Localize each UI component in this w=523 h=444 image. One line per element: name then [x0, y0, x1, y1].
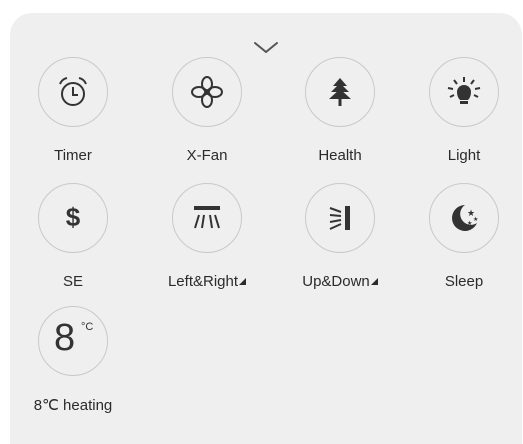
se-circle[interactable]: $	[38, 183, 108, 253]
light-bulb-icon	[447, 77, 481, 104]
horizontal-swing-icon	[194, 206, 220, 229]
leftright-label: Left&Right	[147, 273, 267, 290]
sleep-label: Sleep	[444, 273, 484, 290]
timer-circle[interactable]	[38, 57, 108, 127]
xfan-button[interactable]: X-Fan	[147, 57, 267, 182]
vertical-swing-icon	[329, 206, 350, 230]
sleep-circle[interactable]: ★ ★ ★	[429, 183, 499, 253]
svg-text:★: ★	[473, 216, 478, 223]
timer-button[interactable]: Timer	[13, 57, 133, 182]
alarm-clock-icon	[59, 77, 87, 106]
light-circle[interactable]	[429, 57, 499, 127]
tree-icon	[329, 78, 351, 106]
leftright-circle[interactable]	[172, 183, 242, 253]
fan-icon	[191, 76, 223, 108]
updown-circle[interactable]	[305, 183, 375, 253]
submenu-triangle-icon	[239, 278, 247, 285]
submenu-triangle-icon	[370, 278, 378, 285]
light-label: Light	[447, 147, 481, 164]
heating-8c-button[interactable]: 8 °C 8℃ heating	[13, 306, 133, 431]
updown-label: Up&Down	[280, 273, 400, 290]
moon-stars-icon: ★ ★ ★	[452, 205, 478, 231]
health-label: Health	[318, 147, 362, 164]
chevron-down-icon[interactable]	[253, 41, 279, 55]
se-label: SE	[62, 273, 83, 290]
xfan-label: X-Fan	[186, 147, 228, 164]
heating-8c-label: 8℃ heating	[33, 397, 113, 414]
leftright-button[interactable]: Left&Right	[147, 183, 267, 308]
se-button[interactable]: $ SE	[13, 183, 133, 308]
health-circle[interactable]	[305, 57, 375, 127]
svg-text:★: ★	[467, 220, 472, 227]
timer-label: Timer	[54, 147, 92, 164]
light-button[interactable]: Light	[404, 57, 523, 182]
updown-button[interactable]: Up&Down	[280, 183, 400, 308]
dollar-icon: $	[65, 202, 81, 232]
health-button[interactable]: Health	[280, 57, 400, 182]
xfan-circle[interactable]	[172, 57, 242, 127]
sleep-button[interactable]: ★ ★ ★ Sleep	[404, 183, 523, 308]
heating-8c-circle[interactable]: 8 °C	[38, 306, 108, 376]
